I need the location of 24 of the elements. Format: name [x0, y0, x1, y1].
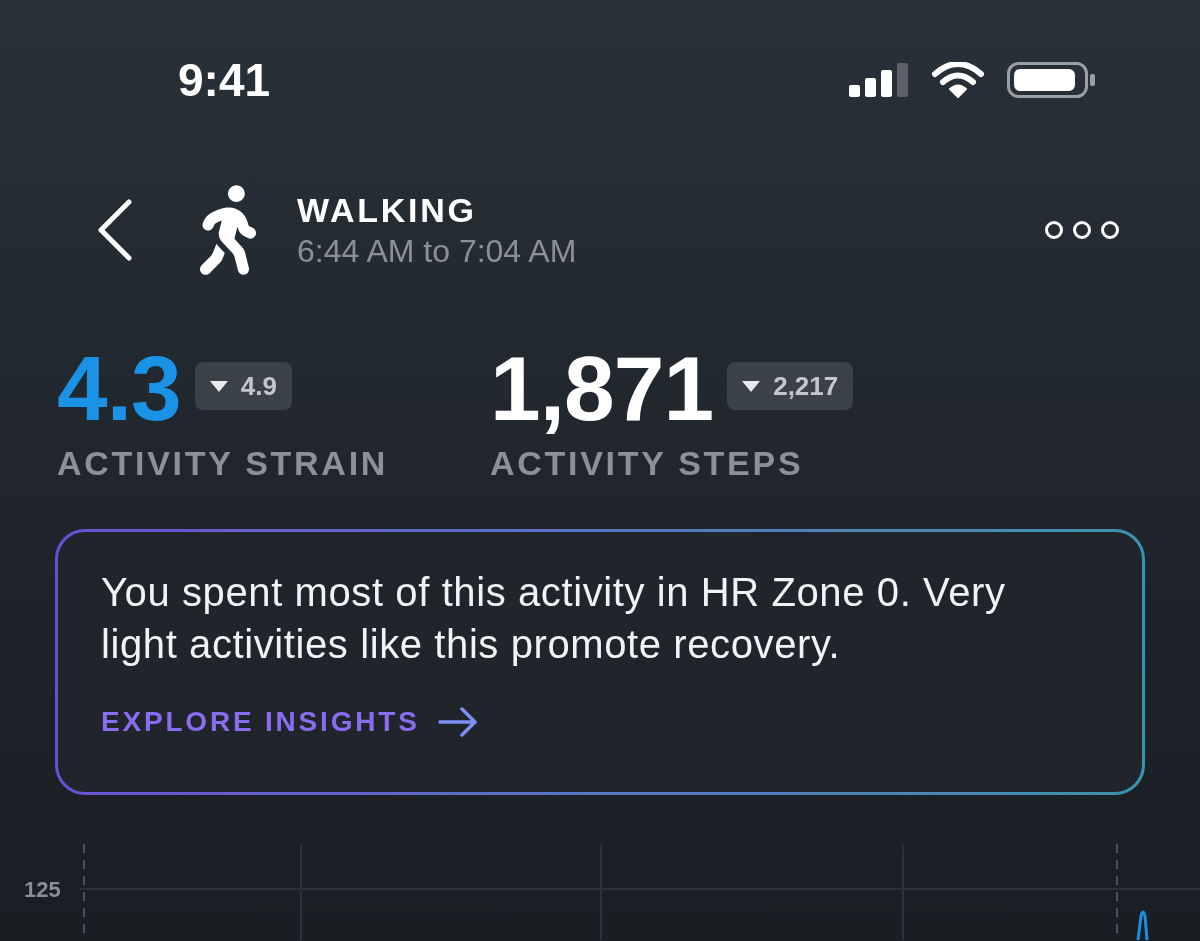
cellular-signal-icon: [849, 63, 909, 97]
insight-text: You spent most of this activity in HR Zone 0. Very light activities like this promote recovery.: [101, 569, 1007, 668]
down-triangle-icon: [742, 380, 761, 392]
explore-insights-link[interactable]: EXPLORE INSIGHTS: [101, 707, 478, 737]
metric-value: 4.3: [57, 343, 181, 434]
comparison-value: 2,217: [773, 373, 839, 399]
back-button[interactable]: [97, 199, 133, 261]
heart-rate-line: [1136, 911, 1149, 940]
activity-time-range: 6:44 AM to 7:04 AM: [297, 235, 577, 267]
activity-title: WALKING: [297, 193, 478, 227]
battery-icon: [1007, 62, 1095, 98]
more-options-button[interactable]: [1044, 219, 1120, 241]
arrow-right-icon: [437, 707, 478, 737]
status-time: 9:41: [178, 57, 271, 103]
metric-label: ACTIVITY STRAIN: [57, 446, 390, 480]
wifi-icon: [932, 62, 984, 98]
walking-person-icon: [200, 185, 256, 275]
metric-label: ACTIVITY STEPS: [490, 446, 805, 480]
axis-label: 125: [23, 879, 62, 901]
down-triangle-icon: [209, 380, 228, 392]
chevron-left-icon: [97, 199, 133, 261]
metric-value: 1,871: [490, 343, 714, 434]
more-dots-icon: [1044, 219, 1120, 241]
comparison-value: 4.9: [240, 373, 277, 399]
